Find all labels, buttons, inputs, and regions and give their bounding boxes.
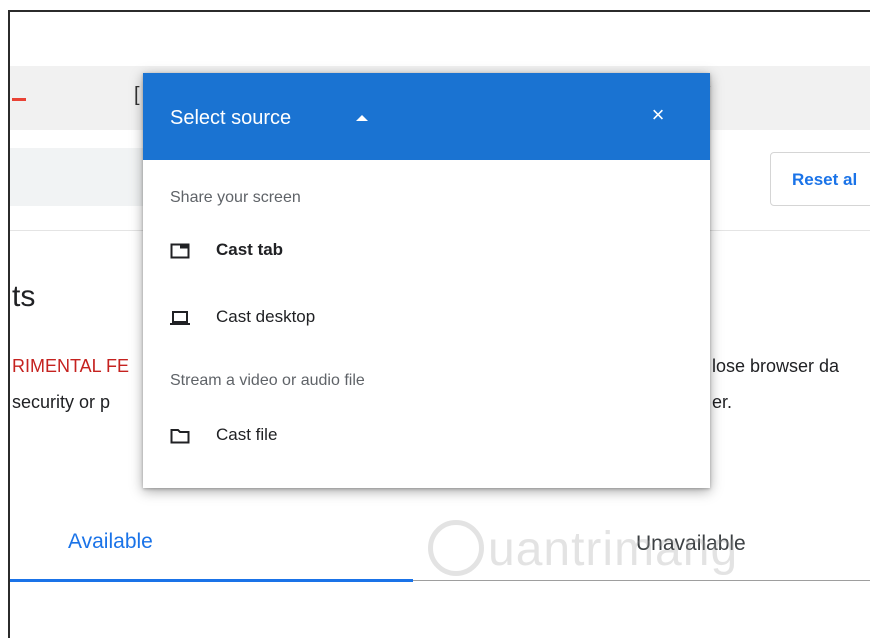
frame-top-border bbox=[8, 10, 870, 12]
note-text-right: er. bbox=[712, 392, 733, 412]
close-button[interactable]: × bbox=[643, 100, 673, 130]
reset-all-button[interactable]: Reset al bbox=[770, 152, 870, 206]
experimental-warning-text: RIMENTAL FE bbox=[12, 356, 130, 376]
section-label-share-screen: Share your screen bbox=[170, 189, 301, 206]
menu-item-cast-file[interactable]: Cast file bbox=[167, 416, 687, 456]
security-note-text: security or p bbox=[12, 392, 111, 412]
menu-item-cast-tab[interactable]: Cast tab bbox=[167, 231, 687, 271]
laptop-icon bbox=[170, 311, 190, 325]
search-bar[interactable] bbox=[10, 148, 150, 206]
toolbar-red-mark bbox=[12, 98, 26, 101]
watermark-text: uantrimang bbox=[488, 523, 739, 576]
tab-available[interactable]: Available bbox=[68, 530, 153, 554]
select-source-dialog: Select source × Share your screen Cast t… bbox=[143, 73, 710, 488]
cast-tab-label: Cast tab bbox=[216, 240, 284, 259]
menu-item-cast-desktop[interactable]: Cast desktop bbox=[167, 298, 687, 338]
toolbar-text-fragment: [ bbox=[134, 84, 140, 106]
folder-icon bbox=[170, 429, 190, 444]
dialog-title: Select source bbox=[170, 107, 292, 129]
select-source-dropdown[interactable]: Select source bbox=[170, 103, 368, 133]
cast-desktop-label: Cast desktop bbox=[216, 307, 316, 326]
lightbulb-icon bbox=[428, 520, 484, 576]
dialog-header: Select source × bbox=[143, 73, 710, 160]
cast-file-label: Cast file bbox=[216, 425, 278, 444]
section-label-stream-file: Stream a video or audio file bbox=[170, 372, 365, 389]
caret-up-icon bbox=[356, 115, 368, 121]
active-tab-indicator bbox=[10, 579, 413, 582]
tab-icon bbox=[170, 243, 190, 259]
page-heading: ts bbox=[12, 280, 36, 313]
warning-text-right: lose browser da bbox=[712, 356, 840, 376]
